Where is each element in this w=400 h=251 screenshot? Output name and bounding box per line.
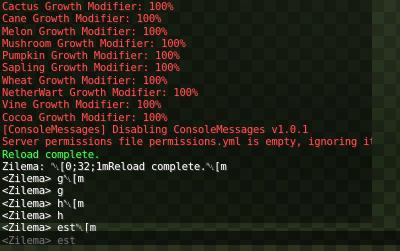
chat-line: Pumpkin Growth Modifier: 100%	[2, 50, 180, 63]
chat-line: Wheat Growth Modifier: 100%	[2, 74, 168, 87]
chat-line: <Zilema> g␀[m	[2, 173, 84, 186]
chat-line: [ConsoleMessages] Disabling ConsoleMessa…	[2, 123, 309, 136]
chat-input-bar[interactable]	[0, 231, 400, 245]
chat-line: <Zilema> g	[2, 185, 64, 198]
chat-line: Vine Growth Modifier: 100%	[2, 99, 162, 112]
chat-line: <Zilema> h	[2, 210, 64, 223]
chat-line: Cocoa Growth Modifier: 100%	[2, 111, 168, 124]
chat-line: Reload complete.	[2, 148, 100, 161]
game-screen: Cactus Growth Modifier: 100% Cane Growth…	[0, 0, 400, 251]
chat-line: Sapling Growth Modifier: 100%	[2, 62, 180, 75]
chat-line: Zilema: ␀[0;32;1mReload complete.␀[m	[2, 160, 227, 173]
chat-line: Cane Growth Modifier: 100%	[2, 13, 162, 26]
chat-line: Server permissions file permissions.yml …	[2, 136, 372, 149]
chat-line: Mushroom Growth Modifier: 100%	[2, 37, 186, 50]
chat-line: Cactus Growth Modifier: 100%	[2, 1, 174, 13]
chat-line: NetherWart Growth Modifier: 100%	[2, 87, 198, 100]
chat-log: Cactus Growth Modifier: 100% Cane Growth…	[0, 0, 372, 247]
chat-line: <Zilema> h␀[m	[2, 197, 84, 210]
chat-line: Melon Growth Modifier: 100%	[2, 25, 168, 38]
